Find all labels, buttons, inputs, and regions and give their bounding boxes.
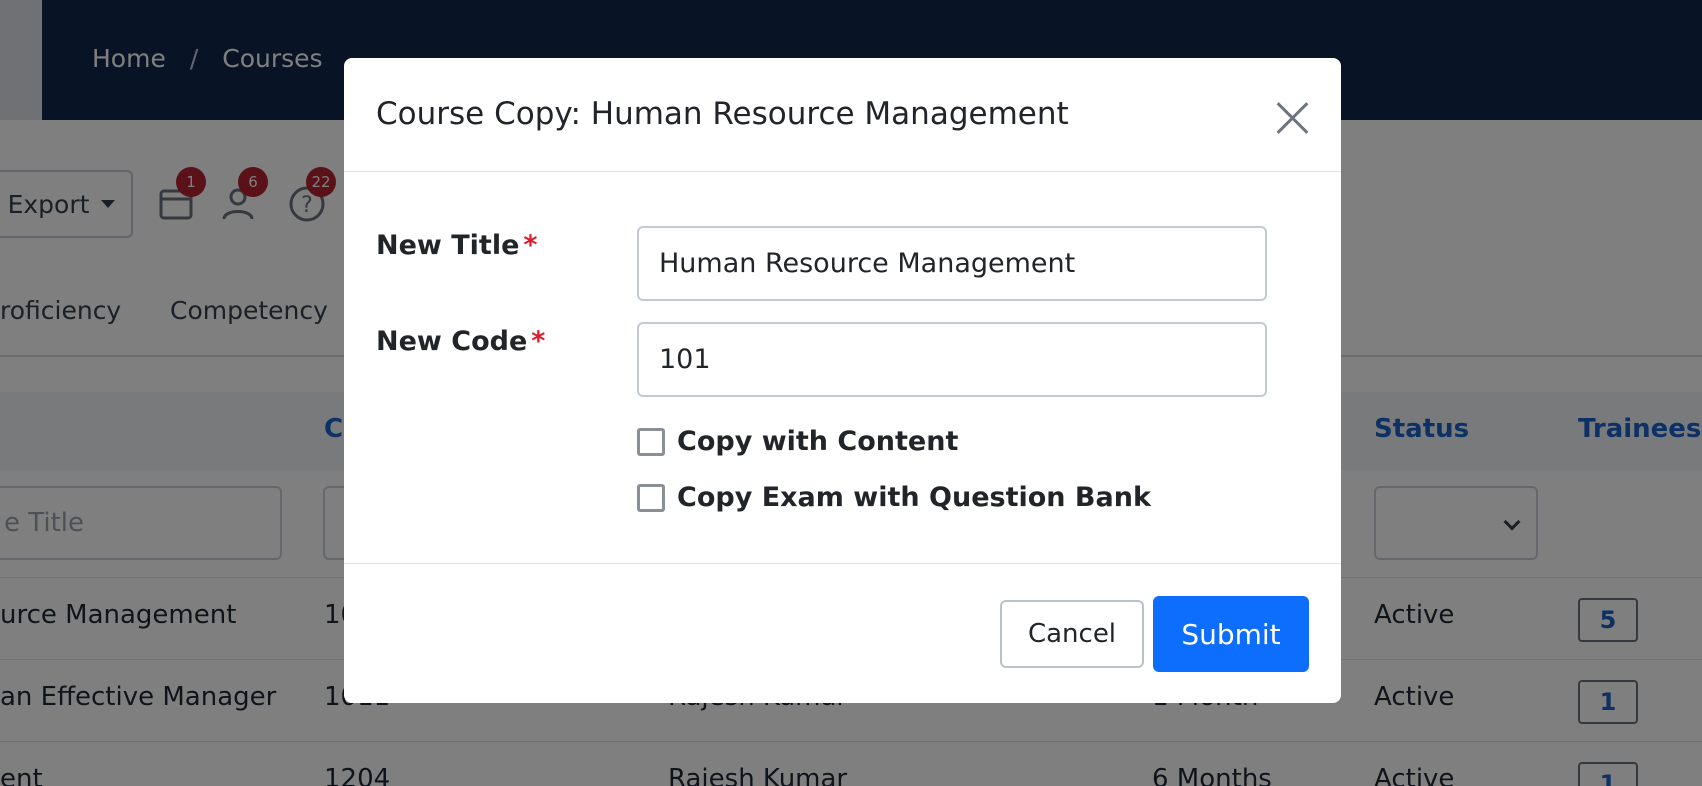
required-asterisk: * — [531, 326, 546, 357]
cancel-button[interactable]: Cancel — [1000, 600, 1144, 668]
copy-exam-checkbox[interactable] — [637, 483, 665, 512]
required-asterisk: * — [523, 230, 538, 261]
modal-title: Course Copy: Human Resource Management — [376, 96, 1069, 132]
modal-header: Course Copy: Human Resource Management — [344, 58, 1341, 172]
new-title-label-text: New Title — [376, 230, 520, 261]
copy-exam-option[interactable]: Copy Exam with Question Bank — [637, 482, 1151, 513]
new-code-label-text: New Code — [376, 326, 528, 357]
new-code-input[interactable] — [637, 322, 1267, 397]
new-title-input[interactable] — [637, 226, 1267, 301]
copy-exam-label[interactable]: Copy Exam with Question Bank — [677, 482, 1151, 513]
copy-content-label[interactable]: Copy with Content — [677, 426, 958, 457]
copy-content-checkbox[interactable] — [637, 427, 665, 456]
copy-content-option[interactable]: Copy with Content — [637, 426, 958, 457]
new-title-label: New Title * — [376, 230, 538, 261]
close-icon[interactable] — [1275, 100, 1311, 136]
modal-footer: Cancel Submit — [344, 563, 1341, 703]
course-copy-modal: Course Copy: Human Resource Management N… — [344, 58, 1341, 703]
submit-button[interactable]: Submit — [1153, 596, 1309, 672]
new-code-label: New Code * — [376, 326, 545, 357]
